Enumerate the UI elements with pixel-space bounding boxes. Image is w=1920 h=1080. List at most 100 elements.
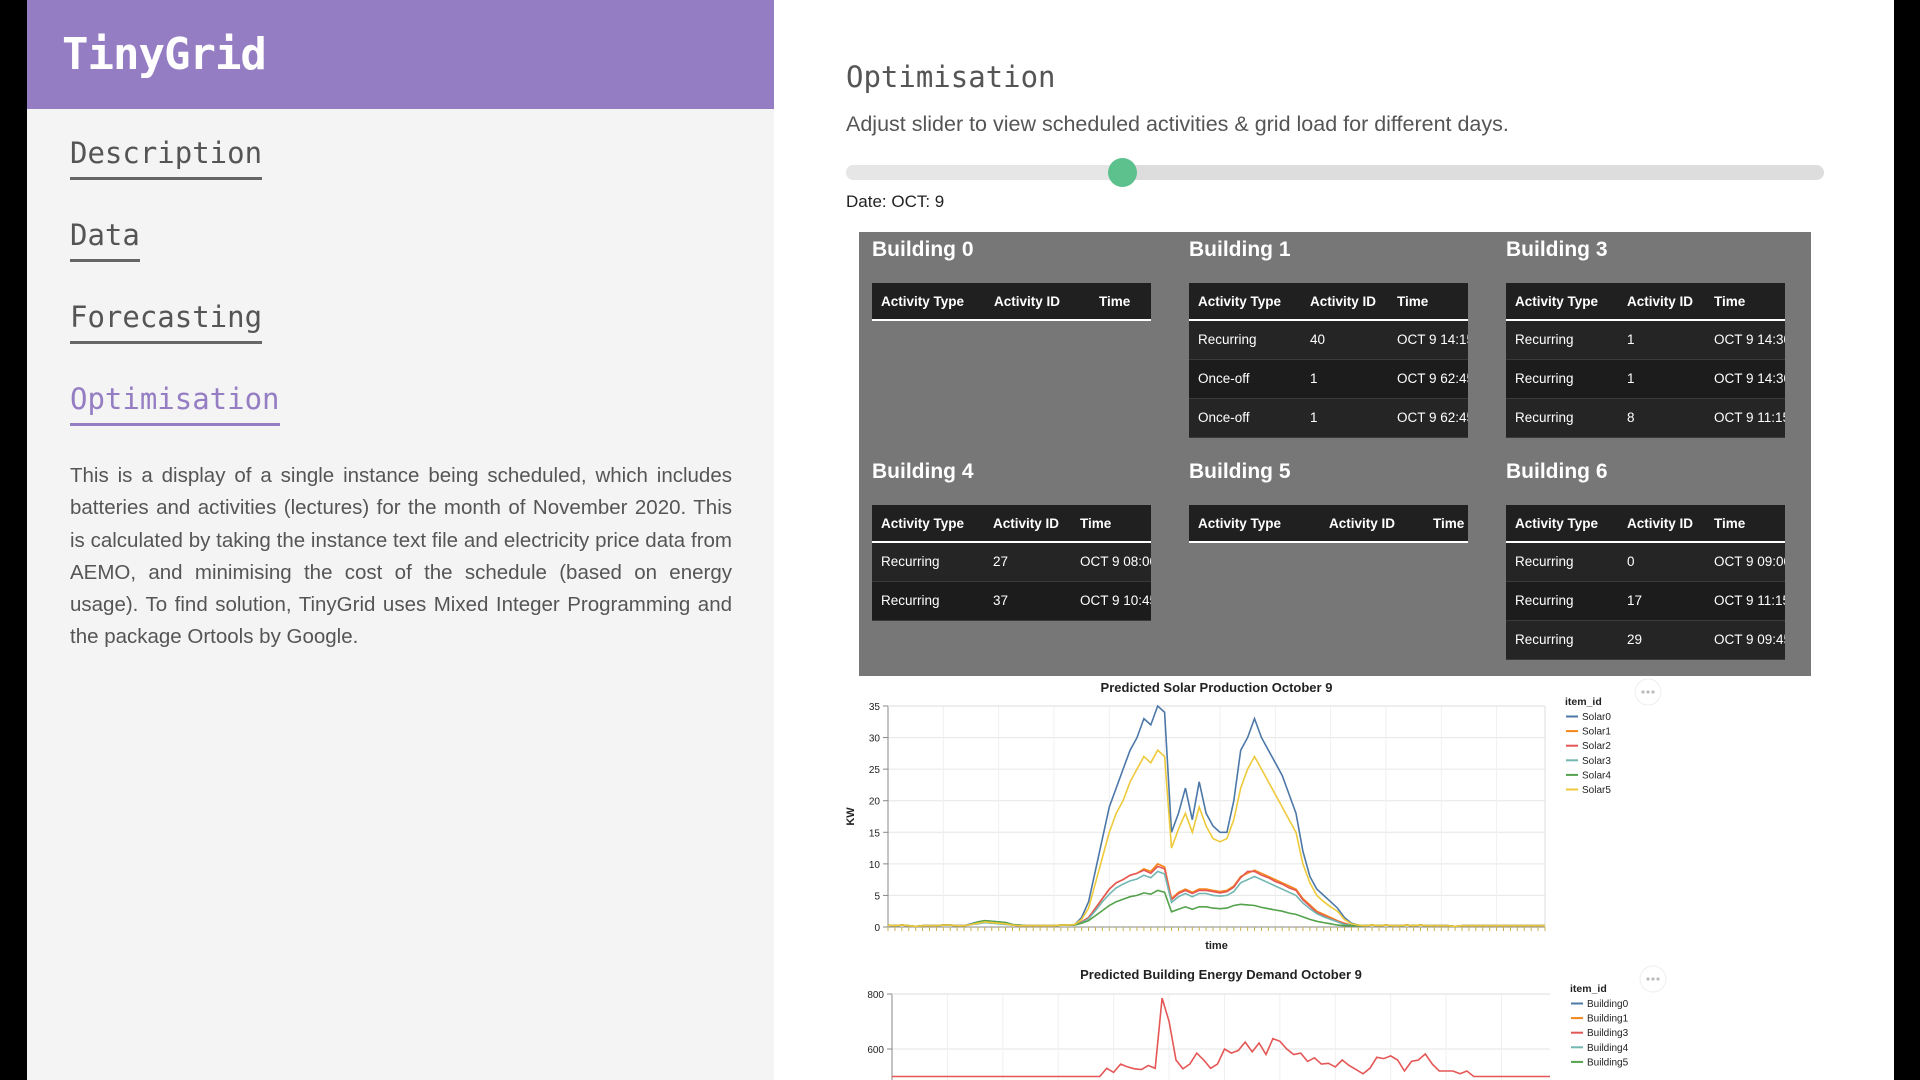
nav-item-label[interactable]: Data: [70, 218, 140, 262]
solar-production-chart: Predicted Solar Production October 9 0 5 10…: [845, 675, 1896, 962]
table-cell: OCT 9 11:15: [1705, 398, 1785, 438]
column-header[interactable]: Activity ID: [1301, 283, 1388, 321]
legend-label: Building1: [1587, 1014, 1629, 1025]
legend-label: Solar5: [1582, 785, 1611, 796]
page-subtitle: Adjust slider to view scheduled activiti…: [846, 112, 1509, 136]
column-header[interactable]: Activity ID: [1618, 283, 1705, 321]
column-header[interactable]: Activity ID: [1618, 505, 1705, 543]
table-cell: 1: [1618, 320, 1705, 360]
nav-item-optimisation[interactable]: Optimisation: [70, 382, 774, 464]
y-tick-label: 10: [869, 860, 881, 871]
y-tick-label: 800: [867, 990, 884, 1001]
chart-title: Predicted Solar Production October 9: [1101, 680, 1333, 695]
building-schedule-grid: Building 0 Activity Type Activity ID Time Bu…: [859, 232, 1811, 676]
nav-item-label[interactable]: Description: [70, 136, 263, 180]
legend-title: item_id: [1570, 983, 1607, 995]
table-cell: 27: [984, 542, 1071, 582]
column-header[interactable]: Time: [1705, 283, 1785, 321]
column-header[interactable]: Time: [1388, 283, 1468, 321]
y-tick-label: 35: [869, 702, 881, 713]
slider-handle[interactable]: [1107, 158, 1137, 187]
building-title: Building 5: [1189, 460, 1291, 483]
y-tick-label: 30: [869, 734, 881, 745]
table-row: Recurring 37 OCT 9 10:45: [872, 581, 1151, 621]
table-cell: OCT 9 14:30: [1705, 359, 1785, 399]
column-header[interactable]: Activity ID: [1320, 505, 1424, 543]
table-cell: OCT 9 11:15: [1705, 581, 1785, 621]
y-tick-label: 0: [874, 923, 880, 934]
column-header[interactable]: Activity Type: [1506, 283, 1618, 321]
legend-label: Solar2: [1582, 741, 1611, 752]
building-title: Building 6: [1506, 460, 1608, 483]
column-header[interactable]: Activity ID: [984, 505, 1071, 543]
x-axis-label: time: [1205, 940, 1228, 952]
column-header[interactable]: Activity Type: [1506, 505, 1618, 543]
table-cell: 8: [1618, 398, 1705, 438]
more-icon-dot: [1646, 690, 1650, 694]
more-icon-dot: [1646, 977, 1650, 981]
more-icon-dot: [1651, 690, 1655, 694]
column-header[interactable]: Time: [1424, 505, 1468, 543]
sidebar: TinyGrid Description Data Forecasting Op…: [27, 0, 774, 1080]
legend-label: Building5: [1587, 1057, 1629, 1068]
table-cell: Recurring: [1506, 398, 1618, 438]
date-slider[interactable]: [846, 158, 1824, 187]
column-header[interactable]: Time: [1090, 283, 1151, 321]
nav-item-label[interactable]: Forecasting: [70, 300, 263, 344]
building-card: Building 3 Activity Type Activity ID Time Re…: [1493, 232, 1785, 454]
series-line-solar3: [888, 870, 1545, 927]
y-tick-label: 600: [867, 1045, 884, 1056]
table-cell: 1: [1618, 359, 1705, 399]
sidebar-nav: Description Data Forecasting Optimisatio…: [27, 109, 774, 464]
legend-label: Solar3: [1582, 756, 1611, 767]
table-row: Recurring 40 OCT 9 14:15: [1189, 320, 1468, 360]
building-title: Building 4: [872, 460, 974, 483]
more-icon-dot: [1641, 690, 1645, 694]
legend-label: Building4: [1587, 1043, 1629, 1054]
y-tick-label: 5: [874, 891, 880, 902]
legend-label: Solar0: [1582, 712, 1611, 723]
chart-actions-button[interactable]: [1639, 965, 1667, 993]
activity-table: Activity Type Activity ID Time: [1189, 505, 1468, 543]
table-cell: OCT 9 09:00: [1705, 542, 1785, 582]
nav-item-description[interactable]: Description: [70, 136, 774, 218]
table-cell: 1: [1301, 359, 1388, 399]
table-cell: Recurring: [1506, 359, 1618, 399]
table-header-row: Activity Type Activity ID Time: [1506, 505, 1785, 543]
solar-chart-svg: Predicted Solar Production October 9 0 5 10…: [845, 678, 1662, 952]
table-cell: Once-off: [1189, 359, 1301, 399]
nav-item-label[interactable]: Optimisation: [70, 382, 280, 426]
building-card: Building 6 Activity Type Activity ID Time Re…: [1493, 454, 1785, 676]
table-row: Once-off 1 OCT 9 62:45: [1189, 398, 1468, 438]
column-header[interactable]: Activity ID: [985, 283, 1090, 321]
table-cell: Recurring: [872, 542, 984, 582]
legend-title: item_id: [1565, 696, 1602, 708]
building-card: Building 1 Activity Type Activity ID Time Re…: [1176, 232, 1468, 454]
column-header[interactable]: Time: [1071, 505, 1151, 543]
column-header[interactable]: Activity Type: [1189, 283, 1301, 321]
column-header[interactable]: Activity Type: [1189, 505, 1320, 543]
nav-item-forecasting[interactable]: Forecasting: [70, 300, 774, 382]
nav-item-data[interactable]: Data: [70, 218, 774, 300]
building-title: Building 3: [1506, 238, 1608, 261]
table-cell: Recurring: [1506, 581, 1618, 621]
date-label: Date: OCT: 9: [846, 192, 945, 211]
brand-logo-text[interactable]: TinyGrid: [62, 29, 267, 80]
legend-label: Solar4: [1582, 770, 1611, 781]
table-header-row: Activity Type Activity ID Time: [1506, 283, 1785, 321]
activity-table: Activity Type Activity ID Time Recurring 0 OC…: [1506, 505, 1785, 660]
building-card: Building 0 Activity Type Activity ID Time: [859, 232, 1151, 454]
chart-actions-button[interactable]: [1634, 678, 1662, 706]
brand-header: TinyGrid: [27, 0, 774, 109]
building-demand-chart: Predicted Building Energy Demand October…: [846, 962, 1896, 1080]
series-line-solar0: [888, 704, 1545, 927]
building-card: Building 4 Activity Type Activity ID Time Re…: [859, 454, 1151, 676]
column-header[interactable]: Time: [1705, 505, 1785, 543]
column-header[interactable]: Activity Type: [872, 505, 984, 543]
table-row: Recurring 1 OCT 9 14:30: [1506, 320, 1785, 360]
table-cell: 1: [1301, 398, 1388, 438]
table-header-row: Activity Type Activity ID Time: [872, 283, 1151, 321]
column-header[interactable]: Activity Type: [872, 283, 985, 321]
more-icon-dot: [1656, 977, 1660, 981]
building-title: Building 1: [1189, 238, 1291, 261]
